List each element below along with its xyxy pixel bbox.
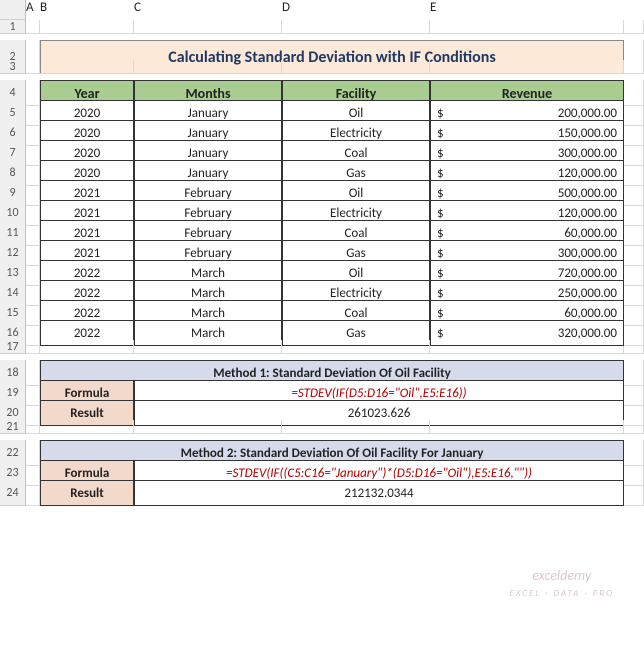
cell-A17[interactable] [26, 340, 40, 354]
row-header-24[interactable]: 24 [0, 480, 26, 506]
row-header-21[interactable]: 21 [0, 420, 26, 434]
spreadsheet-grid[interactable]: A B C D E 1 2 Calculating Standard Devia… [0, 0, 644, 500]
revenue-value: 500,000.00 [558, 186, 617, 201]
cell-A24[interactable] [26, 480, 40, 506]
cell-F21[interactable] [624, 420, 644, 434]
revenue-value: 720,000.00 [558, 266, 617, 281]
currency-symbol: $ [437, 226, 444, 241]
currency-symbol: $ [437, 246, 444, 261]
cell-F1[interactable] [624, 20, 644, 34]
col-header-B[interactable]: B [40, 0, 134, 20]
currency-symbol: $ [437, 266, 444, 281]
revenue-value: 60,000.00 [564, 226, 617, 241]
row-header-17[interactable]: 17 [0, 340, 26, 354]
revenue-value: 200,000.00 [558, 106, 617, 121]
cell-D1[interactable] [282, 20, 430, 34]
cell-B3[interactable] [40, 60, 134, 74]
currency-symbol: $ [437, 106, 444, 121]
revenue-value: 300,000.00 [558, 246, 617, 261]
watermark: exceldemy EXCEL · DATA · PRO [510, 568, 615, 599]
col-header-blank[interactable] [624, 0, 644, 20]
cell-C1[interactable] [134, 20, 282, 34]
cell-revenue[interactable]: $ 320,000.00 [430, 320, 624, 346]
revenue-value: 320,000.00 [558, 326, 617, 341]
revenue-value: 120,000.00 [558, 166, 617, 181]
cell-B1[interactable] [40, 20, 134, 34]
col-header-A[interactable]: A [26, 0, 40, 20]
cell-A21[interactable] [26, 420, 40, 434]
cell-C3[interactable] [134, 60, 282, 74]
cell-F3[interactable] [624, 60, 644, 74]
cell-B21[interactable] [40, 420, 134, 434]
cell-F24[interactable] [624, 480, 644, 506]
cell-E21[interactable] [430, 420, 624, 434]
currency-symbol: $ [437, 286, 444, 301]
cell-E1[interactable] [430, 20, 624, 34]
currency-symbol: $ [437, 126, 444, 141]
row-header-1[interactable]: 1 [0, 20, 26, 34]
currency-symbol: $ [437, 326, 444, 341]
currency-symbol: $ [437, 186, 444, 201]
select-all-corner[interactable] [0, 0, 26, 20]
cell-C21[interactable] [134, 420, 282, 434]
cell-D3[interactable] [282, 60, 430, 74]
m2-result-label[interactable]: Result [40, 480, 134, 506]
cell-A3[interactable] [26, 60, 40, 74]
revenue-value: 60,000.00 [564, 306, 617, 321]
m2-result[interactable]: 212132.0344 [134, 480, 624, 506]
revenue-value: 300,000.00 [558, 146, 617, 161]
col-header-D[interactable]: D [282, 0, 430, 20]
currency-symbol: $ [437, 206, 444, 221]
cell-B17[interactable] [40, 340, 134, 354]
cell-D17[interactable] [282, 340, 430, 354]
row-header-3[interactable]: 3 [0, 60, 26, 74]
cell-F17[interactable] [624, 340, 644, 354]
cell-A1[interactable] [26, 20, 40, 34]
revenue-value: 250,000.00 [558, 286, 617, 301]
currency-symbol: $ [437, 306, 444, 321]
cell-E3[interactable] [430, 60, 624, 74]
cell-D21[interactable] [282, 420, 430, 434]
currency-symbol: $ [437, 146, 444, 161]
currency-symbol: $ [437, 166, 444, 181]
col-header-E[interactable]: E [430, 0, 624, 20]
revenue-value: 150,000.00 [558, 126, 617, 141]
revenue-value: 120,000.00 [558, 206, 617, 221]
col-header-C[interactable]: C [134, 0, 282, 20]
cell-C17[interactable] [134, 340, 282, 354]
